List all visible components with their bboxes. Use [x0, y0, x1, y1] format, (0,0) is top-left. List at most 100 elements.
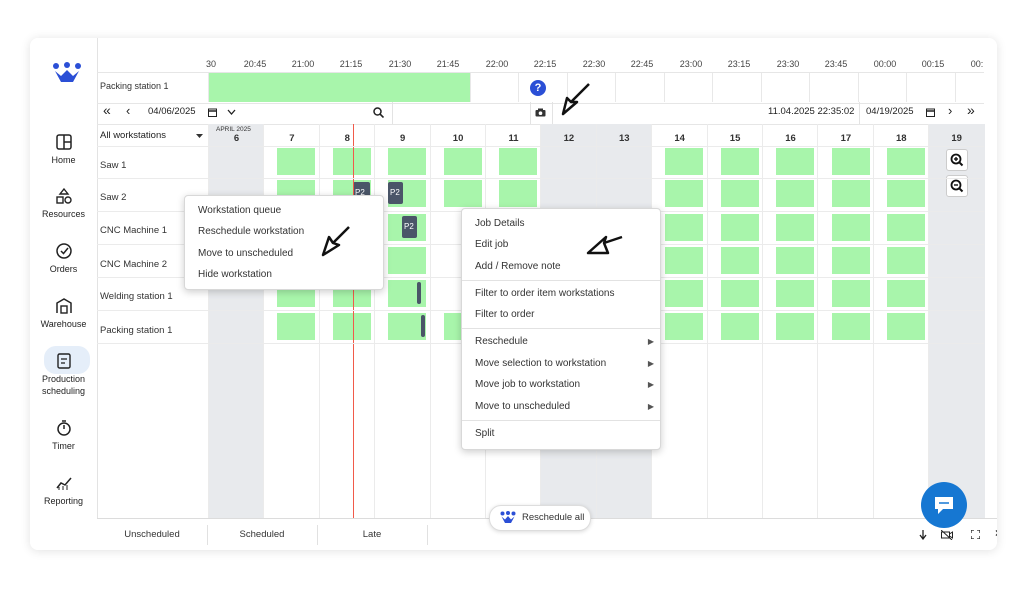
menu-item-reschedule[interactable]: Reschedule [475, 336, 528, 347]
scheduled-block[interactable] [665, 280, 703, 307]
menu-item-move-to-unscheduled[interactable]: Move to unscheduled [198, 248, 293, 259]
scheduled-block[interactable] [665, 313, 703, 340]
scheduled-block[interactable] [832, 280, 870, 307]
job-block[interactable] [417, 282, 421, 304]
scheduled-block[interactable] [887, 214, 925, 241]
last-page-button[interactable]: » [967, 102, 975, 118]
scheduled-block[interactable] [887, 180, 925, 207]
workstation-filter-select[interactable]: All workstations [97, 125, 208, 147]
scheduled-block[interactable] [333, 148, 371, 175]
menu-item-move-job-to-workstation[interactable]: Move job to workstation [475, 379, 580, 390]
search-icon[interactable] [373, 107, 384, 118]
zoom-in-button[interactable] [946, 149, 968, 171]
scheduled-block[interactable] [776, 180, 814, 207]
sidebar-item-warehouse[interactable]: Warehouse [30, 297, 97, 330]
scheduled-block[interactable] [721, 148, 759, 175]
reschedule-all-button[interactable]: Reschedule all [489, 505, 591, 531]
close-icon[interactable]: × [995, 526, 997, 540]
annotation-arrow-icon [321, 226, 350, 257]
workstation-label[interactable]: Packing station 1 [100, 325, 172, 336]
scheduled-block[interactable] [776, 247, 814, 274]
chat-button[interactable] [921, 482, 967, 528]
sidebar-item-reporting[interactable]: Reporting [30, 474, 97, 507]
calendar-icon[interactable] [208, 108, 217, 117]
timeline-bar[interactable] [208, 73, 470, 102]
scheduled-block[interactable] [721, 280, 759, 307]
scheduled-block[interactable] [776, 313, 814, 340]
menu-item-hide-workstation[interactable]: Hide workstation [198, 269, 272, 280]
scheduled-block[interactable] [887, 148, 925, 175]
scheduled-block[interactable] [887, 247, 925, 274]
video-off-icon[interactable] [941, 530, 953, 540]
scheduled-block[interactable] [333, 313, 371, 340]
scheduled-block[interactable] [444, 148, 482, 175]
tab-late[interactable]: Late [317, 525, 428, 545]
camera-icon[interactable] [535, 108, 546, 117]
previous-button[interactable]: ‹ [126, 103, 130, 118]
job-label: P2 [404, 222, 414, 231]
start-date-input[interactable]: 04/06/2025 [148, 106, 196, 117]
end-date-input[interactable]: 04/19/2025 [866, 106, 914, 117]
menu-item-reschedule-workstation[interactable]: Reschedule workstation [198, 226, 304, 237]
menu-item-workstation-queue[interactable]: Workstation queue [198, 205, 281, 216]
scheduled-block[interactable] [887, 313, 925, 340]
scheduled-block[interactable] [665, 148, 703, 175]
calendar-icon[interactable] [926, 108, 935, 117]
sidebar-item-production-scheduling[interactable]: Production scheduling [30, 346, 97, 397]
sidebar-item-orders[interactable]: Orders [30, 242, 97, 275]
menu-item-move-selection-to-workstation[interactable]: Move selection to workstation [475, 358, 606, 369]
scheduled-block[interactable] [832, 214, 870, 241]
job-block[interactable] [421, 315, 425, 337]
scheduled-block[interactable] [388, 247, 426, 274]
scheduled-block[interactable] [832, 148, 870, 175]
next-button[interactable]: › [948, 103, 952, 118]
job-block[interactable]: P2 [402, 216, 417, 238]
scheduled-block[interactable] [499, 180, 537, 207]
workstation-label[interactable]: Welding station 1 [100, 291, 173, 302]
menu-item-split[interactable]: Split [475, 428, 494, 439]
sidebar-item-home[interactable]: Home [30, 133, 97, 166]
first-page-button[interactable]: « [103, 102, 111, 118]
fullscreen-icon[interactable] [971, 530, 980, 539]
menu-item-move-to-unscheduled[interactable]: Move to unscheduled [475, 401, 570, 412]
day-number: 9 [400, 133, 406, 144]
scheduled-block[interactable] [388, 148, 426, 175]
scheduled-block[interactable] [665, 214, 703, 241]
tab-scheduled[interactable]: Scheduled [207, 525, 318, 545]
scheduled-block[interactable] [499, 148, 537, 175]
job-block[interactable]: P2 [388, 182, 403, 204]
tab-unscheduled[interactable]: Unscheduled [97, 525, 208, 545]
workstation-label[interactable]: Saw 2 [100, 192, 126, 203]
collapse-icon[interactable] [919, 530, 927, 540]
help-icon[interactable]: ? [530, 80, 546, 96]
menu-item-add-remove-note[interactable]: Add / Remove note [475, 261, 561, 272]
scheduled-block[interactable] [776, 148, 814, 175]
scheduled-block[interactable] [832, 180, 870, 207]
scheduled-block[interactable] [444, 180, 482, 207]
sidebar-item-resources[interactable]: Resources [30, 187, 97, 220]
scheduled-block[interactable] [776, 280, 814, 307]
scheduled-block[interactable] [665, 247, 703, 274]
day-column: APRIL 2025 6 [208, 124, 265, 518]
sidebar-item-timer[interactable]: Timer [30, 419, 97, 452]
scheduled-block[interactable] [277, 313, 315, 340]
scheduled-block[interactable] [832, 313, 870, 340]
scheduled-block[interactable] [721, 180, 759, 207]
menu-item-filter-order-item-workstations[interactable]: Filter to order item workstations [475, 288, 615, 299]
workstation-label[interactable]: CNC Machine 2 [100, 259, 167, 270]
menu-item-edit-job[interactable]: Edit job [475, 239, 508, 250]
workstation-label[interactable]: CNC Machine 1 [100, 225, 167, 236]
menu-item-job-details[interactable]: Job Details [475, 218, 524, 229]
scheduled-block[interactable] [721, 214, 759, 241]
scheduled-block[interactable] [665, 180, 703, 207]
scheduled-block[interactable] [887, 280, 925, 307]
scheduled-block[interactable] [277, 148, 315, 175]
scheduled-block[interactable] [832, 247, 870, 274]
scheduled-block[interactable] [721, 313, 759, 340]
chevron-down-icon[interactable] [227, 109, 236, 116]
job-context-menu: Job Details Edit job Add / Remove note F… [461, 208, 661, 450]
menu-item-filter-to-order[interactable]: Filter to order [475, 309, 534, 320]
scheduled-block[interactable] [721, 247, 759, 274]
workstation-label[interactable]: Saw 1 [100, 160, 126, 171]
scheduled-block[interactable] [776, 214, 814, 241]
